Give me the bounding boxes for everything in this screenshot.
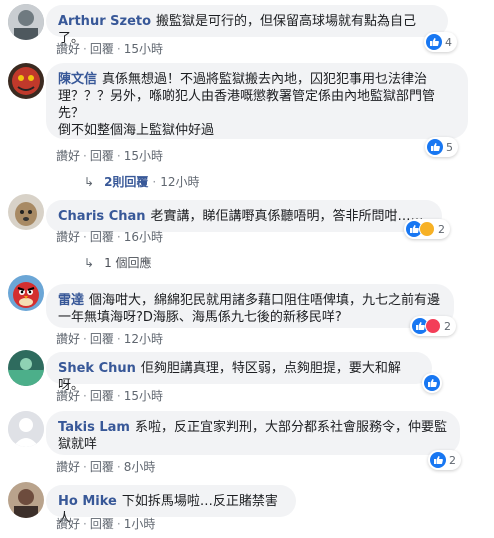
comment-time[interactable]: 1小時 (124, 517, 156, 531)
love-reaction-icon (425, 318, 441, 334)
comment-text: 真係無想過！不過將監獄搬去內地，囚犯犯事用乜法律治理？？？另外，喺啲犯人由香港嘅… (58, 72, 436, 138)
comment-author[interactable]: Arthur Szeto (58, 14, 151, 29)
avatar[interactable] (8, 63, 44, 99)
like-button[interactable]: 讚好 (56, 149, 80, 163)
comment-actions: 讚好 · 回覆 · 15小時 (56, 42, 163, 56)
separator-dot: · (83, 389, 87, 403)
reaction-summary[interactable]: 5 (425, 137, 458, 157)
reaction-summary[interactable]: 2 (428, 450, 461, 470)
like-button[interactable]: 讚好 (56, 389, 80, 403)
default-avatar-icon (8, 411, 44, 447)
avatar[interactable] (8, 411, 44, 447)
separator-dot: · (83, 460, 87, 474)
separator-dot: · (83, 332, 87, 346)
like-button[interactable]: 讚好 (56, 517, 80, 531)
separator-dot: · (116, 460, 121, 474)
reply-button[interactable]: 回覆 (90, 149, 114, 163)
comment-text: 老實講，睇佢講嘢真係聽唔明，答非所問咁…… (150, 209, 424, 224)
comment-time[interactable]: 12小時 (124, 332, 163, 346)
reaction-count: 4 (445, 35, 452, 49)
separator-dot: · (116, 389, 121, 403)
comment-bubble: Arthur Szeto 搬監獄是可行的，但保留高球場就有點為自己了。 (46, 5, 448, 46)
reaction-count: 2 (438, 222, 445, 236)
separator-dot: · (83, 42, 87, 56)
comment-time[interactable]: 8小時 (124, 460, 156, 474)
comment-author[interactable]: Charis Chan (58, 209, 146, 224)
comment-bubble: 雷達 個海咁大，綿綿犯民就用諸多藉口阻住唔俾填，九七之前有邊一年無填海呀?D海豚、… (46, 284, 454, 328)
like-button[interactable]: 讚好 (56, 230, 80, 244)
comment-actions: 讚好 · 回覆 · 15小時 (56, 149, 163, 163)
view-replies-link[interactable]: ↳ 1 個回應 (84, 254, 152, 271)
like-button[interactable]: 讚好 (56, 332, 80, 346)
like-button[interactable]: 讚好 (56, 460, 80, 474)
reaction-summary[interactable]: 4 (424, 32, 457, 52)
replies-count[interactable]: 2則回覆 (104, 173, 148, 190)
reply-arrow-icon: ↳ (84, 255, 95, 270)
comment-time[interactable]: 15小時 (124, 42, 163, 56)
avatar[interactable] (8, 350, 44, 386)
comment-author[interactable]: Shek Chun (58, 361, 136, 376)
reply-button[interactable]: 回覆 (90, 389, 114, 403)
separator-dot: · (116, 42, 121, 56)
reply-button[interactable]: 回覆 (90, 42, 114, 56)
avatar-photo-icon (8, 194, 44, 230)
reply-button[interactable]: 回覆 (90, 230, 114, 244)
reaction-summary[interactable] (422, 373, 442, 393)
reaction-count: 5 (446, 140, 453, 154)
reaction-count: 2 (444, 319, 451, 333)
comment-bubble: Takis Lam 系啦，反正宜家判刑，大部分都系社會服務令，仲要監獄就咩 (46, 411, 460, 455)
separator-dot: · (116, 517, 121, 531)
comment-actions: 讚好 · 回覆 · 16小時 (56, 230, 163, 244)
avatar[interactable] (8, 275, 44, 311)
separator-dot: · (83, 149, 87, 163)
separator-dot: · (116, 230, 121, 244)
reaction-summary[interactable]: 2 (404, 219, 450, 239)
comment-actions: 讚好 · 回覆 · 15小時 (56, 389, 163, 403)
comment-time[interactable]: 15小時 (124, 389, 163, 403)
comment-bubble: 陳文信 真係無想過！不過將監獄搬去內地，囚犯犯事用乜法律治理？？？另外，喺啲犯人由… (46, 63, 468, 139)
like-reaction-icon (430, 452, 446, 468)
replies-count[interactable]: 1 個回應 (104, 254, 151, 271)
comment-bubble: Charis Chan 老實講，睇佢講嘢真係聽唔明，答非所問咁…… (46, 200, 442, 232)
separator-dot: · (152, 174, 157, 189)
reaction-summary[interactable]: 2 (410, 316, 456, 336)
angry-bird-avatar-icon (8, 275, 44, 311)
comment-time[interactable]: 15小時 (124, 149, 163, 163)
avatar-photo-icon (8, 4, 44, 40)
avatar-photo-icon (8, 63, 44, 99)
like-reaction-icon (426, 34, 442, 50)
comment-time[interactable]: 16小時 (124, 230, 163, 244)
view-replies-link[interactable]: ↳ 2則回覆 · 12小時 (84, 173, 200, 190)
like-button[interactable]: 讚好 (56, 42, 80, 56)
separator-dot: · (83, 517, 87, 531)
haha-reaction-icon (419, 221, 435, 237)
comment-actions: 讚好 · 回覆 · 1小時 (56, 517, 155, 531)
comment-author[interactable]: 雷達 (58, 293, 84, 308)
comment-author[interactable]: Ho Mike (58, 494, 117, 509)
reply-button[interactable]: 回覆 (90, 517, 114, 531)
avatar[interactable] (8, 482, 44, 518)
avatar[interactable] (8, 194, 44, 230)
separator-dot: · (116, 332, 121, 346)
reaction-count: 2 (449, 453, 456, 467)
reply-button[interactable]: 回覆 (90, 460, 114, 474)
comment-bubble: Ho Mike 下如拆馬場啦…反正賭禁害人 (46, 485, 296, 526)
avatar-photo-icon (8, 350, 44, 386)
separator-dot: · (116, 149, 121, 163)
reply-arrow-icon: ↳ (84, 174, 95, 189)
avatar[interactable] (8, 4, 44, 40)
replies-time: 12小時 (160, 175, 200, 189)
like-reaction-icon (427, 139, 443, 155)
comment-bubble: Shek Chun 佢夠胆講真理，特区弱，点夠胆提，要大和解呀。 (46, 352, 432, 393)
comment-text: 個海咁大，綿綿犯民就用諸多藉口阻住唔俾填，九七之前有邊一年無填海呀?D海豚、海馬… (58, 293, 441, 325)
comment-author[interactable]: Takis Lam (58, 420, 130, 435)
separator-dot: · (83, 230, 87, 244)
comment-actions: 讚好 · 回覆 · 8小時 (56, 460, 155, 474)
avatar-photo-icon (8, 482, 44, 518)
reply-button[interactable]: 回覆 (90, 332, 114, 346)
like-reaction-icon (424, 375, 440, 391)
comment-author[interactable]: 陳文信 (58, 72, 97, 87)
comment-actions: 讚好 · 回覆 · 12小時 (56, 332, 163, 346)
